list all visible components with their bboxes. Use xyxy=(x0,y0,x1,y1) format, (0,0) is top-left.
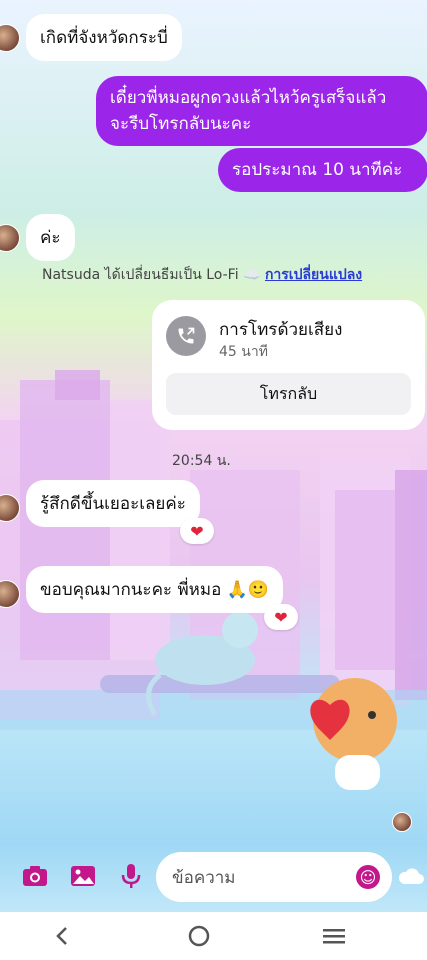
call-title: การโทรด้วยเสียง xyxy=(219,320,343,340)
message-bubble-incoming[interactable]: ค่ะ xyxy=(26,214,75,261)
system-navigation-bar xyxy=(0,912,427,960)
read-receipt-avatar xyxy=(392,812,412,832)
emoji-icon[interactable]: ☺ xyxy=(356,865,380,889)
message-input-container: ☺ xyxy=(156,852,392,904)
camera-icon[interactable] xyxy=(20,862,50,890)
phone-callback-icon xyxy=(166,316,206,356)
home-icon[interactable] xyxy=(179,920,219,952)
message-text: ค่ะ xyxy=(40,228,61,248)
message-text: รู้สึกดีขึ้นเยอะเลยค่ะ xyxy=(40,494,186,514)
message-text: เกิดที่จังหวัดกระบี่ xyxy=(40,28,168,48)
heart-reaction-icon[interactable]: ❤ xyxy=(180,518,214,544)
notice-text: Natsuda ได้เปลี่ยนธีมเป็น Lo-Fi ☁️ xyxy=(42,267,265,283)
call-duration: 45 นาที xyxy=(219,344,268,360)
message-bubble-incoming[interactable]: ขอบคุณมากนะคะ พี่หมอ 🙏🙂 xyxy=(26,566,284,613)
back-icon[interactable] xyxy=(42,920,82,952)
message-bubble-outgoing[interactable]: รอประมาณ 10 นาทีค่ะ xyxy=(218,148,427,192)
message-bubble-incoming[interactable]: เกิดที่จังหวัดกระบี่ xyxy=(26,14,182,61)
message-input[interactable] xyxy=(170,852,354,904)
message-text: ขอบคุณมากนะคะ พี่หมอ 🙏🙂 xyxy=(40,580,270,600)
message-bubble-incoming[interactable]: รู้สึกดีขึ้นเยอะเลยค่ะ xyxy=(26,480,200,527)
image-icon[interactable] xyxy=(68,862,98,890)
message-timestamp: 20:54 น. xyxy=(172,453,231,469)
theme-change-notice: Natsuda ได้เปลี่ยนธีมเป็น Lo-Fi ☁️ การเป… xyxy=(42,264,362,286)
heart-reaction-icon[interactable]: ❤ xyxy=(264,604,298,630)
message-text: จะรีบโทรกลับนะคะ xyxy=(110,114,252,134)
cloud-icon[interactable] xyxy=(396,862,426,890)
call-back-button[interactable]: โทรกลับ xyxy=(166,373,411,415)
voice-call-card[interactable]: การโทรด้วยเสียง 45 นาที โทรกลับ xyxy=(152,300,425,430)
message-text: รอประมาณ 10 นาทีค่ะ xyxy=(232,160,403,180)
message-text: เดี๋ยวพี่หมอผูกดวงแล้วไหว้ครูเสร็จแล้ว xyxy=(110,88,387,108)
recents-menu-icon[interactable] xyxy=(314,920,354,952)
theme-change-link[interactable]: การเปลี่ยนแปลง xyxy=(265,267,362,283)
microphone-icon[interactable] xyxy=(116,862,146,890)
message-bubble-outgoing[interactable]: เดี๋ยวพี่หมอผูกดวงแล้วไหว้ครูเสร็จแล้ว จ… xyxy=(96,76,427,146)
